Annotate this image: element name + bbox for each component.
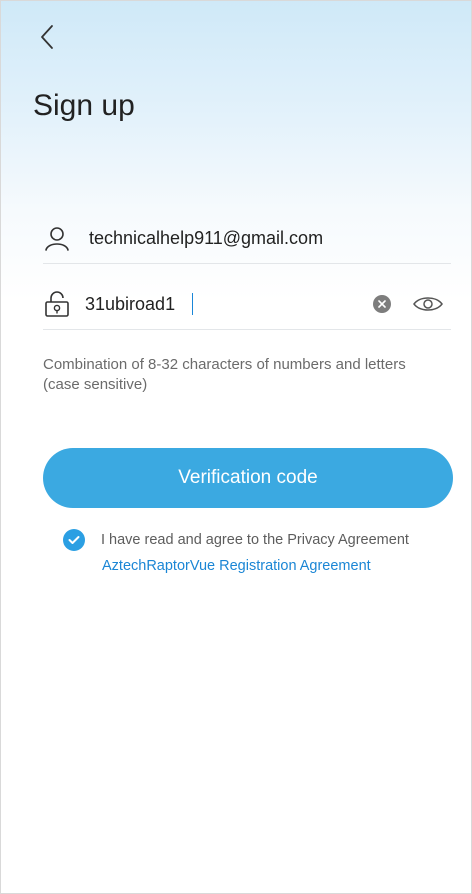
show-password-toggle[interactable] xyxy=(411,293,445,315)
lock-icon xyxy=(43,290,71,318)
user-icon xyxy=(43,224,71,252)
verification-code-button[interactable]: Verification code xyxy=(43,448,453,508)
page-title: Sign up xyxy=(33,89,135,122)
registration-agreement-link[interactable]: AztechRaptorVue Registration Agreement xyxy=(102,553,409,579)
back-button[interactable] xyxy=(29,19,65,55)
eye-icon xyxy=(413,297,443,311)
email-row xyxy=(43,213,451,264)
text-caret xyxy=(192,293,193,315)
clear-button[interactable] xyxy=(373,295,391,313)
checkmark-icon xyxy=(68,536,80,544)
password-hint: Combination of 8-32 characters of number… xyxy=(43,356,406,393)
agree-checkbox[interactable] xyxy=(63,529,85,551)
agreement-text: I have read and agree to the Privacy Agr… xyxy=(101,532,409,548)
chevron-left-icon xyxy=(41,25,53,49)
signup-screen: Sign up technicalhelp911@gmail.com 31ubi… xyxy=(0,0,472,894)
password-field[interactable] xyxy=(85,293,193,315)
email-field[interactable] xyxy=(89,227,451,249)
agreement-row: I have read and agree to the Privacy Agr… xyxy=(63,527,409,579)
password-row xyxy=(43,279,451,330)
agreement-text-block: I have read and agree to the Privacy Agr… xyxy=(101,527,409,579)
clear-icon xyxy=(378,300,386,308)
